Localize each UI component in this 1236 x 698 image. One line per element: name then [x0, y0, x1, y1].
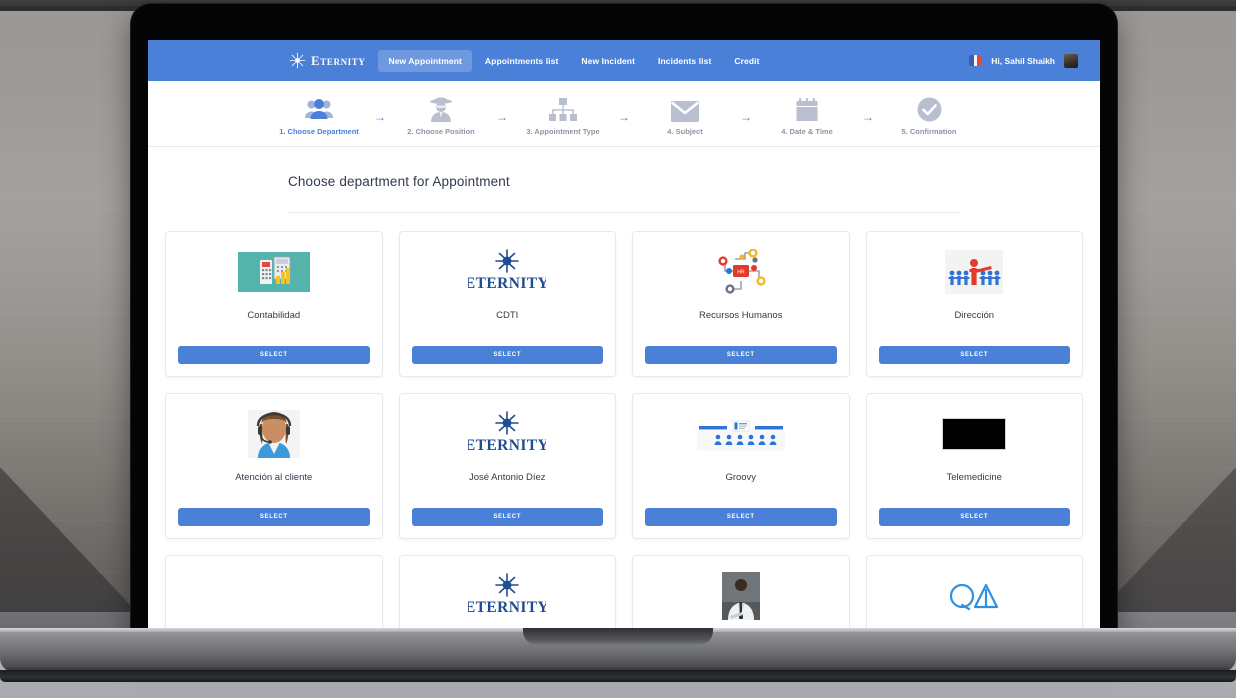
hr-network-image-icon: HR: [715, 246, 767, 298]
step-subject[interactable]: 4. Subject: [633, 94, 737, 136]
scene: Eternity New Appointment Appointments li…: [0, 0, 1236, 698]
nav-link-new-appointment[interactable]: New Appointment: [378, 49, 472, 72]
department-card[interactable]: ETERNITY Eternity SELECT: [398, 555, 616, 632]
step-arrow-icon: →: [496, 110, 508, 124]
step-label: 5. Confirmation: [901, 127, 957, 136]
department-name: Dirección: [954, 310, 995, 321]
svg-text:HR: HR: [737, 270, 745, 276]
eternity-logo-image-icon: ETERNITY: [468, 246, 546, 298]
svg-text:ETERNITY: ETERNITY: [468, 437, 546, 454]
groovy-banner-image-icon: [696, 408, 785, 460]
page-header: Choose department for Appointment: [288, 147, 960, 213]
department-card[interactable]: ETERNITY José Antonio Díez SELECT: [398, 393, 616, 539]
nav-link-appointments-list[interactable]: Appointments list: [475, 50, 568, 72]
select-button[interactable]: SELECT: [178, 346, 370, 364]
step-label: 2. Choose Position: [407, 127, 475, 136]
step-label: 4. Date & Time: [781, 127, 833, 136]
svg-text:ETERNITY: ETERNITY: [468, 599, 546, 616]
step-date-time[interactable]: 4. Date & Time: [755, 94, 859, 136]
qa-logo-image-icon: [945, 570, 1003, 622]
step-choose-department[interactable]: 1. Choose Department: [267, 94, 371, 136]
select-button[interactable]: SELECT: [878, 508, 1070, 526]
department-card[interactable]: Contabilidad SELECT: [165, 231, 383, 377]
nav-links: New Appointment Appointments list New In…: [378, 49, 769, 72]
department-card[interactable]: HR Recursos Humanos SELECT: [632, 231, 850, 377]
laptop-foot: [0, 670, 1236, 682]
step-choose-position[interactable]: 2. Choose Position: [389, 94, 493, 136]
flag-icon[interactable]: [969, 55, 983, 66]
top-navbar: Eternity New Appointment Appointments li…: [148, 40, 1100, 81]
people-group-icon: [304, 94, 334, 122]
step-confirmation[interactable]: 5. Confirmation: [877, 94, 981, 136]
accounting-calculator-image-icon: [237, 246, 310, 298]
department-name: Recursos Humanos: [699, 310, 783, 321]
department-card[interactable]: Testing SELECT: [865, 555, 1083, 632]
department-card[interactable]: Test SELECT: [632, 555, 850, 632]
select-button[interactable]: SELECT: [178, 508, 370, 526]
select-button[interactable]: SELECT: [411, 508, 603, 526]
select-button[interactable]: SELECT: [411, 346, 603, 364]
step-label: 4. Subject: [667, 127, 703, 136]
doctor-photo-image-icon: [721, 570, 760, 622]
department-grid: Contabilidad SELECT ETERNITY CDTI SELECT…: [148, 213, 1100, 632]
step-arrow-icon: →: [374, 110, 386, 124]
eternity-logo-image-icon: ETERNITY: [468, 408, 546, 460]
department-name: Contabilidad: [247, 310, 301, 321]
nav-link-credit[interactable]: Credit: [724, 50, 769, 72]
envelope-icon: [671, 94, 699, 122]
leadership-team-image-icon: [945, 246, 1004, 298]
laptop-trackpad-notch: [523, 628, 713, 645]
department-card[interactable]: Atención al cliente SELECT: [165, 393, 383, 539]
brand-name: Eternity: [311, 52, 366, 68]
department-card[interactable]: ETERNITY CDTI SELECT: [398, 231, 616, 377]
headset-agent-image-icon: [247, 408, 300, 460]
department-card[interactable]: Test Departamento 10 SELECT: [165, 555, 383, 632]
detective-icon: [428, 94, 454, 122]
eternity-logo-image-icon: ETERNITY: [468, 570, 546, 622]
nav-link-incidents-list[interactable]: Incidents list: [648, 50, 721, 72]
main-content: Choose department for Appointment Contab…: [148, 147, 1100, 632]
department-card[interactable]: Dirección SELECT: [865, 231, 1083, 377]
department-name: Atención al cliente: [235, 472, 313, 483]
step-arrow-icon: →: [740, 110, 752, 124]
org-chart-icon: [548, 94, 578, 122]
department-name: José Antonio Díez: [468, 472, 546, 483]
laptop-base: [0, 628, 1236, 672]
page-title: Choose department for Appointment: [288, 174, 510, 189]
select-button[interactable]: SELECT: [645, 346, 837, 364]
black-placeholder-image-icon: [942, 408, 1007, 460]
step-label: 3. Appointment Type: [526, 127, 600, 136]
appointment-stepper: 1. Choose Department → 2. Choose Positio…: [148, 81, 1100, 147]
department-name: Telemedicine: [946, 472, 1002, 483]
step-label: 1. Choose Department: [279, 127, 359, 136]
eternity-snowflake-logo-icon: [289, 52, 306, 69]
user-avatar-icon[interactable]: [1064, 53, 1078, 68]
step-appointment-type[interactable]: 3. Appointment Type: [511, 94, 615, 136]
calendar-icon: [795, 94, 819, 122]
user-greeting[interactable]: Hi, Sahil Shaikh: [991, 56, 1055, 66]
select-button[interactable]: SELECT: [878, 346, 1070, 364]
step-arrow-icon: →: [862, 110, 874, 124]
department-name: CDTI: [496, 310, 519, 321]
brand-logo[interactable]: Eternity: [289, 52, 365, 69]
select-button[interactable]: SELECT: [645, 508, 837, 526]
nav-right-cluster: Hi, Sahil Shaikh: [969, 53, 1078, 68]
department-card[interactable]: Groovy SELECT: [632, 393, 850, 539]
svg-text:ETERNITY: ETERNITY: [468, 275, 546, 292]
department-name: Groovy: [725, 472, 757, 483]
department-card[interactable]: Telemedicine SELECT: [865, 393, 1083, 539]
check-circle-icon: [917, 94, 942, 122]
nav-link-new-incident[interactable]: New Incident: [571, 50, 645, 72]
step-arrow-icon: →: [618, 110, 630, 124]
browser-viewport: Eternity New Appointment Appointments li…: [148, 40, 1100, 632]
